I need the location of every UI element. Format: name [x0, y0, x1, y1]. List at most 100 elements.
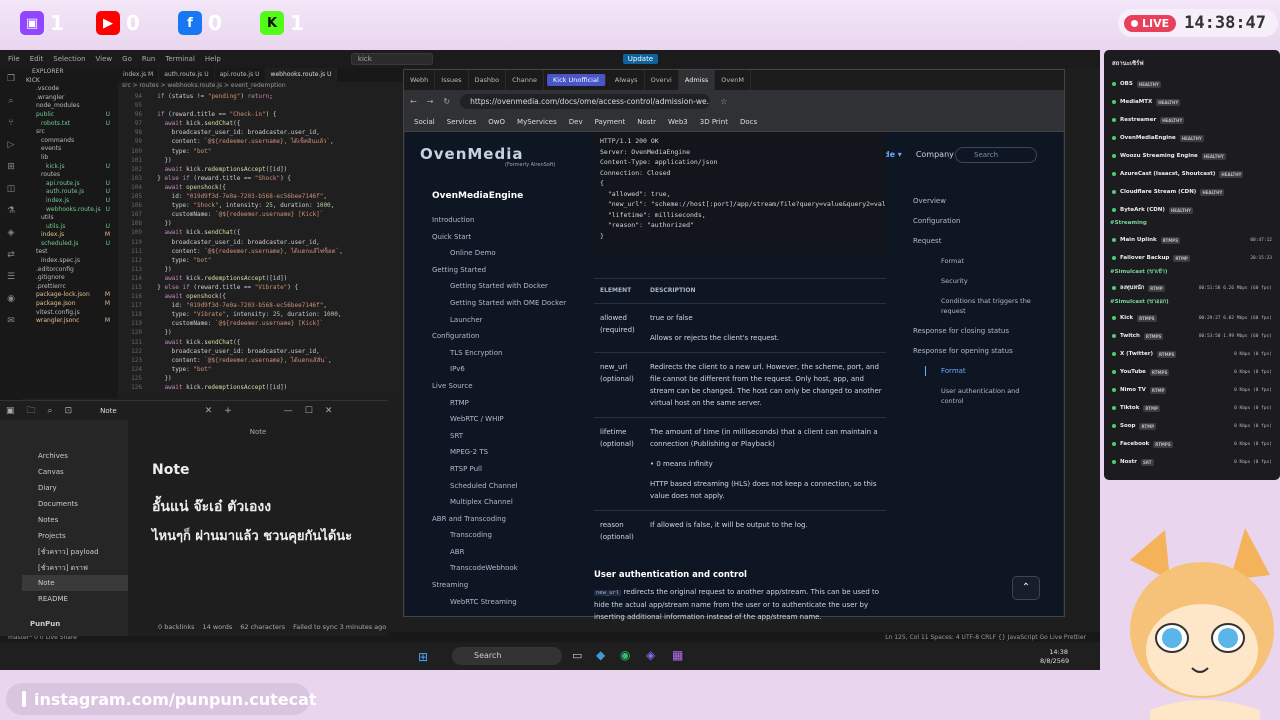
left-nav-item[interactable]: IPv6 [432, 361, 572, 378]
minimize-icon[interactable]: — [284, 406, 293, 416]
note-folder[interactable]: Projects [22, 528, 128, 544]
tree-item[interactable]: index.spec.js [22, 257, 114, 266]
editor-tab[interactable]: webhooks.route.js U [265, 68, 338, 82]
editor-tab[interactable]: auth.route.js U [159, 68, 215, 82]
browser-tab[interactable]: Issues [435, 70, 469, 90]
note-folder[interactable]: Canvas [22, 464, 128, 480]
menu-view[interactable]: View [96, 55, 113, 63]
menu-terminal[interactable]: Terminal [165, 55, 195, 63]
back-icon[interactable]: ← [410, 97, 417, 106]
notes-taskbar-icon[interactable]: ◈ [646, 648, 655, 662]
forward-icon[interactable]: → [427, 97, 434, 106]
toc-item[interactable]: Format [913, 256, 1043, 266]
browser-tab[interactable]: Always [609, 70, 645, 90]
star-icon[interactable]: ☆ [720, 97, 727, 106]
app-taskbar-icon[interactable]: ▦ [672, 648, 683, 662]
task-view-icon[interactable]: ▭ [572, 649, 582, 662]
browser-tab[interactable]: Admiss [678, 70, 716, 90]
bookmark-myservices[interactable]: MyServices [517, 118, 557, 126]
note-line-2[interactable]: ไหนๆก็ ผ่านมาแล้ว ชวนคุยกันได้นะ [152, 525, 352, 546]
bookmark-icon[interactable]: ⊡ [65, 406, 73, 416]
note-line-1[interactable]: อั้นแน่ จ๊ะเอ๋ ตัวเองง [152, 496, 271, 518]
status-right[interactable]: Ln 125, Col 11 Spaces: 4 UTF-8 CRLF {} J… [885, 634, 1086, 641]
browser-tab[interactable]: Webh [404, 70, 436, 90]
tree-item[interactable]: api.route.js U [22, 180, 114, 189]
extensions-icon[interactable]: ⊞ [0, 156, 22, 178]
vscode-taskbar-icon[interactable]: ◆ [596, 648, 605, 662]
tree-item[interactable]: kick.js U [22, 163, 114, 172]
browser-tab[interactable]: OvenM [715, 70, 751, 90]
bookmark-nostr[interactable]: Nostr [637, 118, 656, 126]
tree-item[interactable]: .wrangler [22, 94, 114, 103]
note-item[interactable]: README [22, 591, 128, 607]
left-nav-item[interactable]: Launcher [432, 312, 572, 329]
taskbar-clock[interactable]: 14:38 8/8/2569 [1040, 648, 1069, 666]
tree-item[interactable]: package-lock.json M [22, 291, 114, 300]
left-nav-item[interactable]: RTMP [432, 395, 572, 412]
code-content[interactable]: 94 if (status != "pending") return; 95 9… [118, 92, 404, 392]
left-nav-item[interactable]: Multiplex Channel [432, 494, 572, 511]
menu-edit[interactable]: Edit [30, 55, 44, 63]
left-nav-item[interactable]: Live Source [432, 378, 572, 395]
start-icon[interactable]: ⊞ [418, 650, 428, 664]
tree-item[interactable]: utils [22, 214, 114, 223]
live-share-icon[interactable]: ⇄ [0, 244, 22, 266]
tree-item[interactable]: events [22, 145, 114, 154]
note-item[interactable]: [ชั่วคราว] payload [22, 544, 128, 560]
browser-tab[interactable]: Overvi [645, 70, 679, 90]
browser-tab[interactable]: Kick Unofficial [547, 74, 606, 86]
close-tab-icon[interactable]: ✕ [205, 406, 213, 416]
note-item[interactable]: [ชั่วคราว] ดราฟ [22, 560, 128, 576]
url-input[interactable]: https://ovenmedia.com/docs/ome/access-co… [460, 93, 711, 109]
docs-nav-item[interactable]: Company [916, 150, 954, 159]
bookmark-dev[interactable]: Dev [569, 118, 583, 126]
toc-item[interactable]: Request [913, 236, 1043, 246]
left-nav-item[interactable]: Getting Started [432, 262, 572, 279]
sync-status[interactable]: Failed to sync 3 minutes ago [293, 623, 386, 631]
sidebar-toggle-icon[interactable]: ▣ [6, 406, 15, 416]
ovenmedia-logo[interactable]: OvenMedia [420, 145, 523, 163]
toc-item[interactable]: Security [913, 276, 1043, 286]
left-nav-item[interactable]: Configuration [432, 328, 572, 345]
left-nav-item[interactable]: ABR and Transcoding [432, 511, 572, 528]
bookmark-services[interactable]: Services [447, 118, 477, 126]
maximize-icon[interactable]: ☐ [305, 406, 313, 416]
left-nav-item[interactable]: Online Demo [432, 245, 572, 262]
left-nav-item[interactable]: RTSP Pull [432, 461, 572, 478]
tree-item[interactable]: src [22, 128, 114, 137]
menu-go[interactable]: Go [122, 55, 132, 63]
tree-item[interactable]: robots.txt U [22, 120, 114, 129]
tree-item[interactable]: node_modules [22, 102, 114, 111]
testing-icon[interactable]: ⚗ [0, 200, 22, 222]
left-nav-item[interactable]: Introduction [432, 212, 572, 229]
bookmark-docs[interactable]: Docs [740, 118, 757, 126]
tree-item[interactable]: commands [22, 137, 114, 146]
note-heading[interactable]: Note [152, 462, 190, 478]
files-icon[interactable]: ❐ [0, 68, 22, 90]
tree-item[interactable]: KICK [22, 77, 114, 86]
menu-selection[interactable]: Selection [53, 55, 85, 63]
tree-item[interactable]: test [22, 248, 114, 257]
note-folder[interactable]: Archives [22, 448, 128, 464]
tree-item[interactable]: package.json M [22, 300, 114, 309]
search-icon[interactable]: ⌕ [0, 90, 22, 112]
toc-item[interactable]: Configuration [913, 216, 1043, 226]
tree-item[interactable]: .gitignore [22, 274, 114, 283]
left-nav-item[interactable]: SRT [432, 428, 572, 445]
close-icon[interactable]: ✕ [325, 406, 333, 416]
toc-item[interactable]: Overview [913, 196, 1043, 206]
tree-item[interactable]: routes [22, 171, 114, 180]
tree-item[interactable]: .editorconfig [22, 266, 114, 275]
left-nav-item[interactable]: OvenMediaEngine [432, 188, 572, 212]
left-nav-item[interactable]: Scheduled Channel [432, 478, 572, 495]
bookmark-3d-print[interactable]: 3D Print [700, 118, 728, 126]
tree-item[interactable]: lib [22, 154, 114, 163]
source-control-icon[interactable]: ⑂ [0, 112, 22, 134]
tree-item[interactable]: wrangler.jsonc M [22, 317, 114, 326]
breadcrumb[interactable]: src > routes > webhooks.route.js > event… [118, 82, 404, 92]
left-nav-item[interactable]: Streaming [432, 577, 572, 594]
note-folder[interactable]: Notes [22, 512, 128, 528]
editor-tab[interactable]: api.route.js U [215, 68, 266, 82]
tree-item[interactable]: index.js U [22, 197, 114, 206]
toc-item[interactable]: Response for closing status [913, 326, 1043, 336]
